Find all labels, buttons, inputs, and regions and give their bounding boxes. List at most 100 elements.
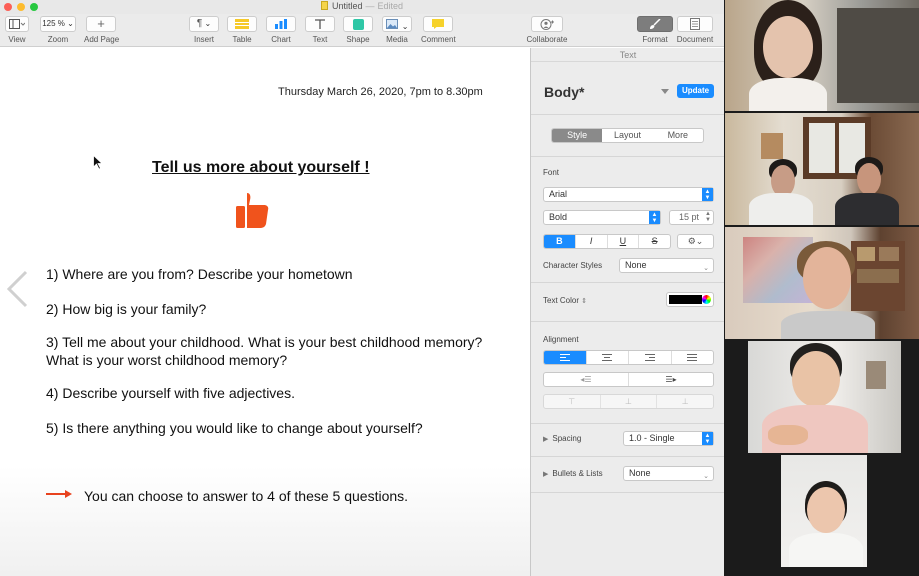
strikethrough-button[interactable]: S [639,235,670,248]
bullets-lists-select[interactable]: None ⌄ [623,466,714,481]
shape-tool[interactable]: Shape [343,16,373,44]
disclosure-triangle-icon: ▶ [543,436,549,443]
spacing-select[interactable]: 1.0 - Single ▲ ▼ [623,431,714,446]
paragraph-style-name[interactable]: Body* [544,84,584,100]
text-color-label[interactable]: Text Color ⇕ [543,296,587,305]
plus-icon: + [97,16,105,31]
pages-window: Untitled — Edited View 125 % ⌄ Zoom + Add … [0,0,724,576]
document-canvas[interactable]: Thursday March 26, 2020, 7pm to 8.30pm T… [0,48,530,576]
align-middle-button[interactable]: ⊥ [601,395,658,408]
table-tool[interactable]: Table [227,16,257,44]
zoom-select[interactable]: 125 % ⌄ [40,16,76,32]
decrease-indent-button[interactable]: ◂☰ [544,373,629,386]
font-weight-select[interactable]: Bold ▲ ▼ [543,210,661,225]
toolbar: View 125 % ⌄ Zoom + Add Page ¶ ⌄ Insert … [0,14,724,47]
chevron-updown-icon: ▲ ▼ [702,188,713,201]
text-tool[interactable]: Text [305,16,335,44]
collaborate-button[interactable] [531,16,563,32]
table-button[interactable] [227,16,257,32]
pilcrow-icon: ¶ [196,18,203,29]
window-title: Untitled — Edited [0,1,724,11]
participant-video-3[interactable] [725,227,919,339]
stepper-arrows-icon[interactable]: ▲ ▼ [705,211,711,223]
add-person-icon [540,19,554,30]
question-4[interactable]: 4) Describe yourself with five adjective… [46,384,295,402]
justify-button[interactable] [672,351,714,364]
view-tool[interactable]: View [5,16,29,44]
chart-tool[interactable]: Chart [266,16,296,44]
spacing-disclosure[interactable]: ▶ Spacing [543,434,581,443]
insert-button[interactable]: ¶ ⌄ [189,16,219,32]
disclosure-triangle-icon: ▶ [543,471,549,478]
add-page-button[interactable]: + [86,16,116,32]
chevron-down-icon[interactable] [661,89,669,94]
advanced-options-gear-button[interactable]: ⚙︎⌄ [677,234,714,249]
participant-video-4[interactable] [748,341,901,453]
font-family-select[interactable]: Arial ▲ ▼ [543,187,714,202]
bold-button[interactable]: B [544,235,576,248]
update-style-button[interactable]: Update [677,84,714,98]
question-2[interactable]: 2) How big is your family? [46,300,206,318]
chevron-down-icon: ⌄ [204,19,212,28]
comment-tool[interactable]: Comment [421,16,456,44]
italic-button[interactable]: I [576,235,608,248]
align-center-icon [602,354,613,363]
chevron-down-icon: ⌄ [703,473,709,480]
insert-tool[interactable]: ¶ ⌄ Insert [189,16,219,44]
participant-video-5[interactable] [781,455,867,567]
edited-status: Edited [377,1,404,11]
thumbs-up-icon [236,193,269,228]
collaborate-tool[interactable]: Collaborate [524,16,570,44]
shape-button[interactable] [343,16,373,32]
align-right-button[interactable] [629,351,672,364]
font-size-field[interactable]: 15 pt ▲ ▼ [669,210,714,225]
document-heading[interactable]: Tell us more about yourself ! [152,159,370,177]
tab-layout[interactable]: Layout [602,129,652,142]
mouse-pointer-icon [93,155,103,170]
align-bottom-icon: ⊥ [681,397,689,406]
question-1[interactable]: 1) Where are you from? Describe your hom… [46,265,353,283]
previous-page-chevron-icon[interactable] [6,270,28,308]
zoom-tool[interactable]: 125 % ⌄ Zoom [40,16,76,44]
character-styles-select[interactable]: None ⌄ [619,258,714,273]
align-top-button[interactable]: ⊤ [544,395,601,408]
color-wheel-icon[interactable] [702,295,711,304]
participant-video-2[interactable] [725,113,919,225]
participant-video-1[interactable] [725,0,919,111]
photo-icon [385,19,398,29]
question-5[interactable]: 5) Is there anything you would like to c… [46,419,423,437]
media-button[interactable]: ⌄ [382,16,412,32]
format-inspector: Text Body* Update Style Layout More Font… [530,48,724,576]
document-tool[interactable]: Document [675,16,715,44]
align-left-button[interactable] [544,351,587,364]
bullets-lists-disclosure[interactable]: ▶ Bullets & Lists [543,469,603,478]
instruction-note[interactable]: You can choose to answer to 4 of these 5… [84,488,408,504]
indent-buttons: ◂☰ ☰▸ [543,372,714,387]
increase-indent-button[interactable]: ☰▸ [629,373,713,386]
question-3[interactable]: 3) Tell me about your childhood. What is… [46,333,486,369]
format-tool[interactable]: Format [636,16,674,44]
view-button[interactable] [5,16,29,32]
align-center-button[interactable] [587,351,629,364]
title-bar: Untitled — Edited [0,0,724,14]
document-button[interactable] [677,16,713,32]
text-box-icon [315,19,325,29]
tab-more[interactable]: More [653,129,703,142]
text-color-well[interactable] [666,292,714,307]
font-section-label: Font [543,168,560,177]
right-arrow-icon [46,490,72,498]
align-bottom-button[interactable]: ⊥ [657,395,713,408]
text-style-buttons: B I U S [543,234,671,249]
add-page-tool[interactable]: + Add Page [84,16,119,44]
gear-icon: ⚙︎⌄ [687,236,704,246]
comment-button[interactable] [423,16,453,32]
color-swatch[interactable] [669,295,702,304]
text-button[interactable] [305,16,335,32]
tab-style[interactable]: Style [552,129,603,142]
chevron-updown-icon: ⇕ [581,298,588,305]
chart-button[interactable] [266,16,296,32]
media-tool[interactable]: ⌄ Media [382,16,412,44]
format-button[interactable] [637,16,673,32]
date-line[interactable]: Thursday March 26, 2020, 7pm to 8.30pm [278,86,483,98]
underline-button[interactable]: U [608,235,640,248]
